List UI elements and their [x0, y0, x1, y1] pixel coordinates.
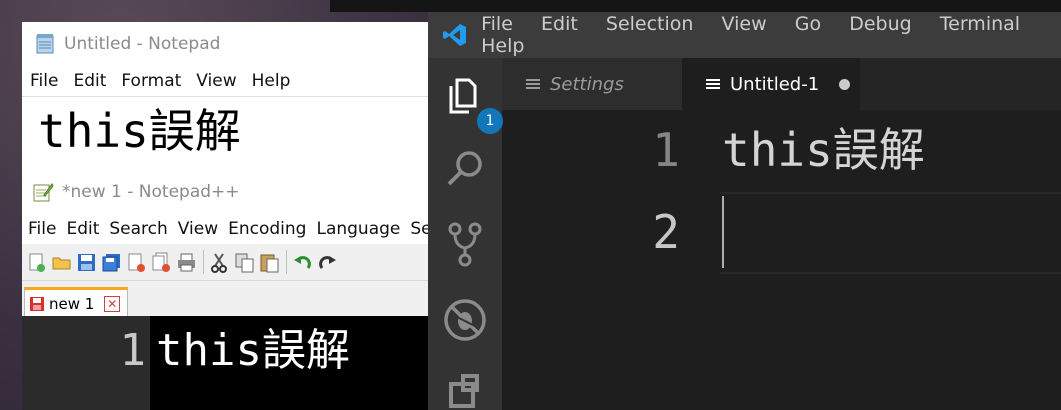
current-line-highlight: [720, 192, 1061, 274]
tab-settings-label: Settings: [550, 73, 624, 95]
redo-icon[interactable]: [317, 252, 338, 273]
npp-menu-language[interactable]: Language: [316, 219, 400, 239]
tab-settings[interactable]: Settings: [502, 58, 682, 110]
npp-line-number: 1: [22, 316, 150, 410]
close-tab-icon[interactable]: ✕: [104, 295, 121, 312]
npp-menu-file[interactable]: File: [28, 219, 56, 239]
activity-explorer[interactable]: 1: [441, 72, 503, 134]
activity-source-control[interactable]: [441, 220, 489, 268]
copy-icon[interactable]: [234, 252, 255, 273]
tab-untitled-1[interactable]: Untitled-1: [682, 58, 860, 110]
unsaved-dot-icon[interactable]: [839, 78, 851, 90]
extensions-icon: [449, 374, 479, 408]
vscode-activity-bar: 1: [428, 58, 503, 410]
search-icon: [447, 151, 482, 186]
npp-line-text[interactable]: this誤解: [150, 316, 350, 410]
vs-menu-terminal[interactable]: Terminal: [940, 13, 1020, 35]
vscode-logo-icon: [442, 24, 466, 46]
notepad-menu-view[interactable]: View: [196, 71, 236, 91]
npp-menu-view[interactable]: View: [178, 219, 218, 239]
notepad-titlebar[interactable]: Untitled - Notepad: [22, 22, 430, 66]
cut-icon[interactable]: [209, 252, 230, 273]
vscode-tabbar: Settings Untitled-1: [502, 58, 1061, 110]
npp-tab-new1[interactable]: new 1 ✕: [24, 287, 128, 317]
editor-line-current: 2: [502, 192, 1061, 274]
vs-menu-debug[interactable]: Debug: [849, 13, 911, 35]
activity-extensions[interactable]: [441, 368, 489, 410]
activity-debug[interactable]: [441, 296, 489, 344]
vscode-titlebar: File Edit Selection View Go Debug Termin…: [428, 12, 1061, 58]
notepad-menu-help[interactable]: Help: [252, 71, 291, 91]
notepad-menu-format[interactable]: Format: [121, 71, 181, 91]
new-file-icon[interactable]: [26, 252, 47, 273]
vscode-editor[interactable]: 1 this誤解 2: [502, 110, 1061, 410]
notepad-title: Untitled - Notepad: [64, 34, 221, 54]
notepadpp-title: *new 1 - Notepad++: [62, 182, 240, 202]
vs-menu-edit[interactable]: Edit: [541, 13, 578, 35]
settings-file-icon: [526, 77, 540, 91]
text-cursor: [722, 196, 724, 268]
source-control-icon: [448, 222, 482, 267]
npp-menu-edit[interactable]: Edit: [66, 219, 99, 239]
close-all-icon[interactable]: [151, 252, 172, 273]
notepadpp-window: *new 1 - Notepad++ File Edit Search View…: [22, 170, 430, 410]
vscode-window: File Edit Selection View Go Debug Termin…: [428, 12, 1061, 410]
notepad-menu-edit[interactable]: Edit: [73, 71, 106, 91]
notepad-menubar: File Edit Format View Help: [22, 66, 430, 97]
editor-line: 1 this誤解: [502, 110, 1061, 190]
notepadpp-toolbar: [22, 244, 430, 281]
toolbar-separator: [203, 250, 204, 274]
print-icon[interactable]: [176, 252, 197, 273]
vs-menu-help[interactable]: Help: [481, 35, 524, 57]
notepad-window: Untitled - Notepad File Edit Format View…: [22, 22, 430, 170]
notepadpp-icon: [33, 183, 54, 202]
vs-menu-view[interactable]: View: [722, 13, 767, 35]
npp-menu-encoding[interactable]: Encoding: [228, 219, 306, 239]
line-number: 1: [652, 123, 680, 177]
paste-icon[interactable]: [259, 252, 280, 273]
unsaved-file-icon: [30, 296, 44, 311]
notepad-text-area[interactable]: this誤解: [22, 97, 430, 159]
text-file-icon: [706, 77, 720, 91]
desktop-top-strip: [330, 0, 1061, 12]
open-folder-icon[interactable]: [51, 252, 72, 273]
notepadpp-tabbar: new 1 ✕: [22, 281, 430, 318]
notepadpp-menubar: File Edit Search View Encoding Language …: [22, 214, 430, 244]
save-icon[interactable]: [76, 252, 97, 273]
activity-search[interactable]: [441, 144, 489, 192]
vscode-logo: [428, 12, 481, 58]
vs-menu-file[interactable]: File: [481, 13, 513, 35]
notepadpp-titlebar[interactable]: *new 1 - Notepad++: [22, 170, 430, 214]
undo-icon[interactable]: [292, 252, 313, 273]
notepad-icon: [36, 34, 54, 54]
close-file-icon[interactable]: [126, 252, 147, 273]
explorer-badge: 1: [477, 108, 503, 134]
notepadpp-editor[interactable]: 1 this誤解: [22, 316, 430, 410]
npp-menu-search[interactable]: Search: [109, 219, 167, 239]
vscode-menubar: File Edit Selection View Go Debug Termin…: [481, 13, 1061, 57]
vs-menu-selection[interactable]: Selection: [606, 13, 694, 35]
line-text[interactable]: this誤解: [722, 110, 925, 190]
notepad-menu-file[interactable]: File: [30, 71, 58, 91]
npp-tab-label: new 1: [49, 294, 95, 313]
vs-menu-go[interactable]: Go: [795, 13, 821, 35]
tab-untitled-label: Untitled-1: [730, 73, 820, 95]
debug-icon: [444, 299, 486, 341]
save-all-icon[interactable]: [101, 252, 122, 273]
toolbar-separator: [286, 250, 287, 274]
line-number: 2: [652, 205, 680, 259]
